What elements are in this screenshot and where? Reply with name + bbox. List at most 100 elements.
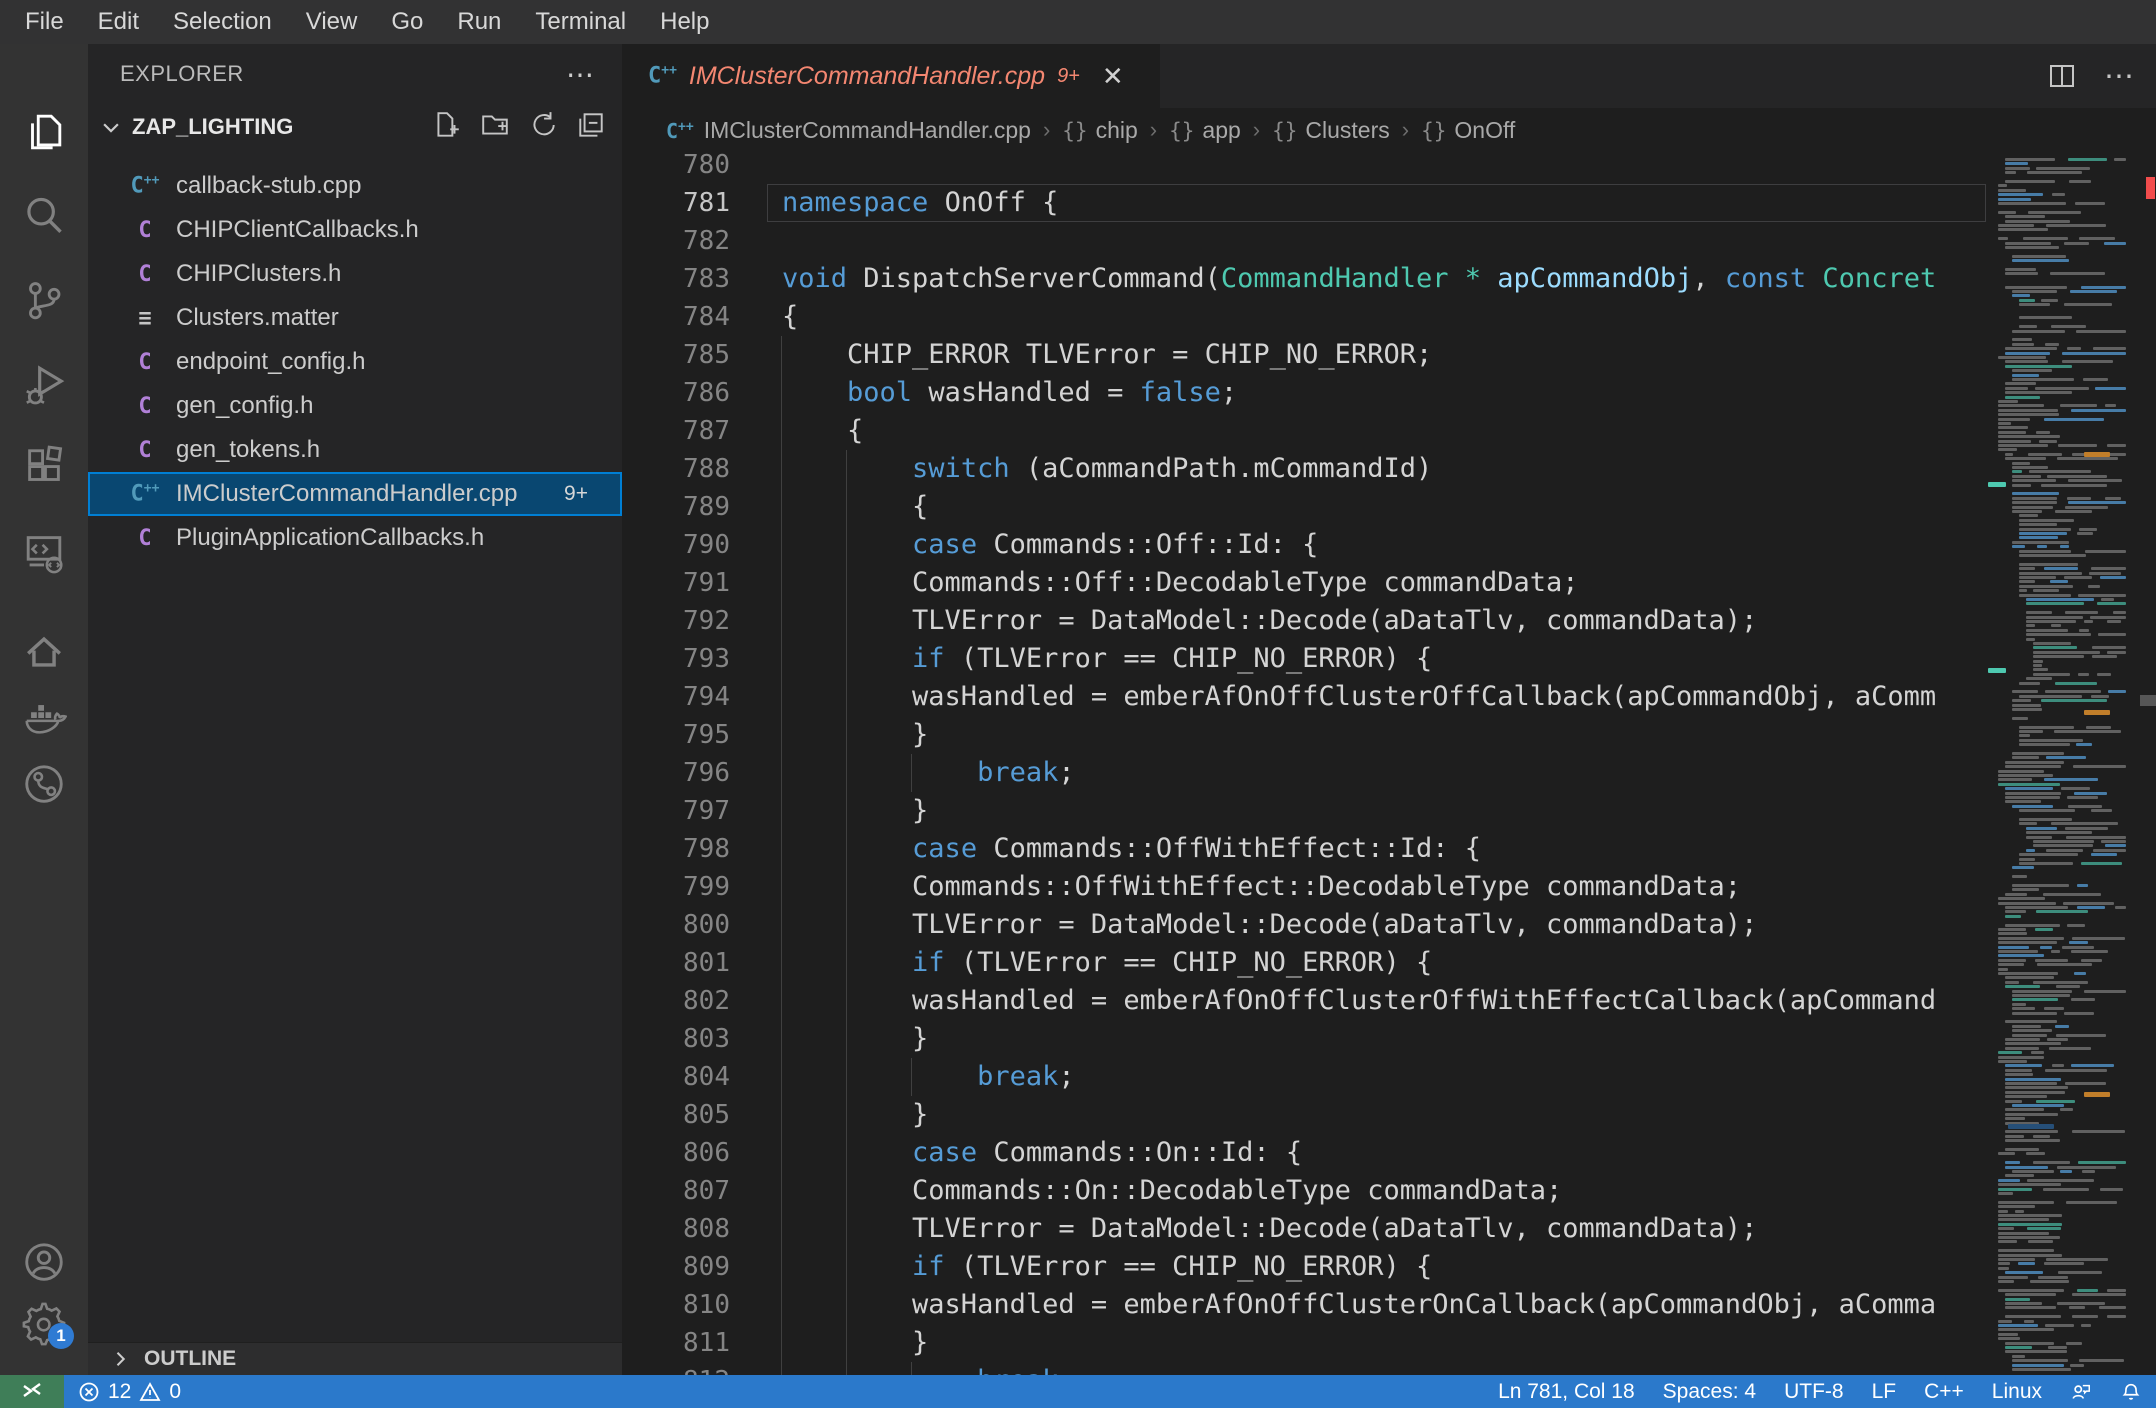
notifications-item[interactable] xyxy=(2106,1375,2156,1408)
code-line-791: 791 Commands::Off::DecodableType command… xyxy=(622,564,1988,602)
line-text: switch (aCommandPath.mCommandId) xyxy=(912,453,1433,484)
file-item-pluginapplicationcallbacks-h[interactable]: C PluginApplicationCallbacks.h xyxy=(88,516,622,560)
menu-file[interactable]: File xyxy=(8,0,81,44)
problems-indicator[interactable]: 12 0 xyxy=(64,1375,195,1408)
breadcrumb-separator: › xyxy=(1252,117,1261,142)
line-text: break; xyxy=(782,1362,1075,1375)
more-actions-icon[interactable]: ⋯ xyxy=(2104,59,2136,94)
line-text: void DispatchServerCommand(CommandHandle… xyxy=(782,263,1937,294)
indent-guide xyxy=(846,450,847,1375)
line-number: 785 xyxy=(683,340,730,370)
views-more-icon[interactable]: ⋯ xyxy=(566,58,596,91)
menu-run[interactable]: Run xyxy=(440,0,518,44)
sidebar-title: EXPLORER xyxy=(120,61,244,86)
collapse-all-icon[interactable] xyxy=(576,110,606,145)
language-mode[interactable]: C++ xyxy=(1910,1375,1978,1408)
menu-edit[interactable]: Edit xyxy=(81,0,156,44)
folder-section-header[interactable]: ZAP_LIGHTING xyxy=(88,104,622,150)
minimap[interactable] xyxy=(1988,152,2140,1375)
feedback-item[interactable] xyxy=(2056,1375,2106,1408)
c-file-icon: C xyxy=(138,525,152,551)
file-item-gen-config-h[interactable]: Cgen_config.h xyxy=(88,384,622,428)
outline-section[interactable]: OUTLINE xyxy=(88,1342,622,1375)
new-folder-icon[interactable] xyxy=(480,110,510,145)
split-editor-icon[interactable] xyxy=(2046,60,2078,92)
menu-help[interactable]: Help xyxy=(643,0,726,44)
menu-selection[interactable]: Selection xyxy=(156,0,289,44)
refresh-icon[interactable] xyxy=(528,110,558,145)
line-text: namespace OnOff { xyxy=(782,187,1059,218)
breadcrumb-item[interactable]: C++ IMClusterCommandHandler.cpp xyxy=(666,117,1031,144)
cursor-position[interactable]: Ln 781, Col 18 xyxy=(1484,1375,1649,1408)
code-line-801: 801 if (TLVError == CHIP_NO_ERROR) { xyxy=(622,944,1988,982)
overview-ruler[interactable] xyxy=(2140,152,2156,1375)
code-line-798: 798 case Commands::OffWithEffect::Id: { xyxy=(622,830,1988,868)
code-line-785: 785 CHIP_ERROR TLVError = CHIP_NO_ERROR; xyxy=(622,336,1988,374)
line-number: 808 xyxy=(683,1214,730,1244)
file-item-clusters-matter[interactable]: ≡ Clusters.matter xyxy=(88,296,622,340)
line-text: Commands::On::DecodableType commandData; xyxy=(782,1175,1563,1206)
breadcrumb-item[interactable]: {} chip xyxy=(1062,117,1138,144)
file-item-chipclusters-h[interactable]: C CHIPClusters.h xyxy=(88,252,622,296)
status-right: Ln 781, Col 18 Spaces: 4 UTF-8 LF C++ Linux xyxy=(1484,1375,2156,1408)
breadcrumb-item[interactable]: {} Clusters xyxy=(1272,117,1390,144)
breadcrumb-item[interactable]: {} app xyxy=(1169,117,1241,144)
line-text: bool wasHandled = false; xyxy=(847,377,1238,408)
line-text: } xyxy=(782,1023,929,1054)
accounts-icon[interactable] xyxy=(0,1229,88,1295)
menu-terminal[interactable]: Terminal xyxy=(518,0,643,44)
code-line-788: 788 switch (aCommandPath.mCommandId) xyxy=(622,450,1988,488)
menu-go[interactable]: Go xyxy=(374,0,440,44)
source-control-icon[interactable] xyxy=(0,258,88,342)
explorer-icon[interactable] xyxy=(0,90,88,174)
minimap-decoration xyxy=(2084,452,2110,457)
git-graph-icon[interactable] xyxy=(0,751,88,817)
line-text: break; xyxy=(977,757,1075,788)
code-line-804: 804 break; xyxy=(622,1058,1988,1096)
c-file-icon: C xyxy=(138,349,152,375)
editor-actions: ⋯ xyxy=(2046,44,2136,108)
line-number: 812 xyxy=(622,1362,730,1375)
symbol-namespace-icon: {} xyxy=(1272,118,1298,143)
close-icon[interactable]: ✕ xyxy=(1102,61,1124,92)
docker-icon[interactable] xyxy=(0,685,88,751)
file-problems-badge: 9+ xyxy=(564,482,588,505)
line-text: } xyxy=(782,1099,929,1130)
file-item-callback-stub-cpp[interactable]: C++ callback-stub.cpp xyxy=(88,164,622,208)
file-name: callback-stub.cpp xyxy=(176,172,362,199)
file-name: IMClusterCommandHandler.cpp xyxy=(176,480,518,507)
file-item-gen-tokens-h[interactable]: Cgen_tokens.h xyxy=(88,428,622,472)
line-number: 796 xyxy=(683,758,730,788)
remote-explorer-icon[interactable] xyxy=(0,510,88,594)
outline-label: OUTLINE xyxy=(144,1347,237,1370)
extensions-icon[interactable] xyxy=(0,426,88,510)
cpp-file-icon: C++ xyxy=(648,63,677,89)
menu-view[interactable]: View xyxy=(289,0,375,44)
code-line-782: 782 xyxy=(622,222,1988,260)
home-icon[interactable] xyxy=(0,619,88,685)
line-number: 803 xyxy=(683,1024,730,1054)
run-and-debug-icon[interactable] xyxy=(0,342,88,426)
file-tree: C++ callback-stub.cpp C CHIPClientCallbacks… xyxy=(88,164,622,560)
encoding[interactable]: UTF-8 xyxy=(1770,1375,1858,1408)
vscode-window: File Edit Selection View Go Run Terminal Help 1… xyxy=(0,0,2156,1408)
indentation[interactable]: Spaces: 4 xyxy=(1649,1375,1770,1408)
new-file-icon[interactable] xyxy=(432,110,462,145)
file-item-endpoint-config-h[interactable]: Cendpoint_config.h xyxy=(88,340,622,384)
breadcrumb-separator: › xyxy=(1149,117,1158,142)
line-number: 811 xyxy=(683,1328,730,1358)
eol[interactable]: LF xyxy=(1858,1375,1911,1408)
code-line-795: 795 } xyxy=(622,716,1988,754)
line-number: 791 xyxy=(683,568,730,598)
search-icon[interactable] xyxy=(0,174,88,258)
file-item-chipclientcallbacks-h[interactable]: C CHIPClientCallbacks.h xyxy=(88,208,622,252)
code-line-780: 780 xyxy=(622,152,1988,184)
tab-imclustercommandhandler[interactable]: C++ IMClusterCommandHandler.cpp 9+ ✕ xyxy=(622,44,1160,108)
code-line-792: 792 TLVError = DataModel::Decode(aDataTl… xyxy=(622,602,1988,640)
remote-os[interactable]: Linux xyxy=(1978,1375,2056,1408)
settings-icon[interactable]: 1 xyxy=(0,1291,88,1357)
breadcrumb-item[interactable]: {} OnOff xyxy=(1421,117,1515,144)
file-item-imclustercommandhandler-cpp[interactable]: C++ IMClusterCommandHandler.cpp 9+ xyxy=(88,472,622,516)
code-editor[interactable]: 780 781 namespace OnOff {782 783 void Dispat… xyxy=(622,152,2156,1375)
remote-indicator[interactable] xyxy=(0,1375,64,1408)
